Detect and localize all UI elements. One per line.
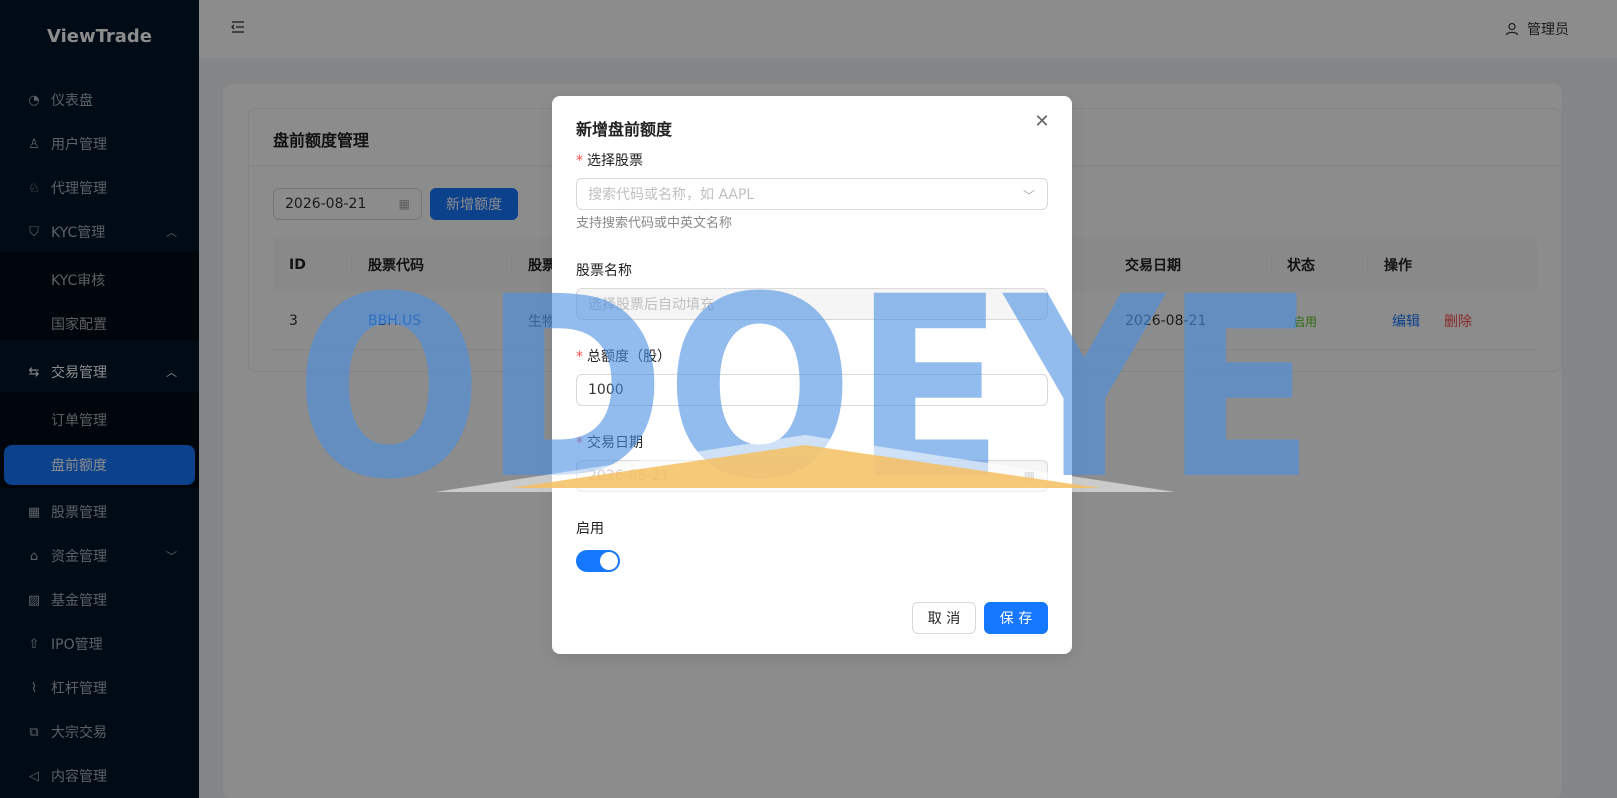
close-icon[interactable]: ✕ — [1034, 113, 1050, 131]
switch-knob — [600, 552, 618, 570]
required-mark: * — [576, 153, 583, 169]
quota-value: 1000 — [588, 382, 624, 398]
add-quota-modal: 新增盘前额度 ✕ * 选择股票 搜索代码或名称，如 AAPL ﹀ 支持搜索代码或中… — [552, 96, 1072, 654]
modal-title: 新增盘前额度 — [576, 120, 673, 139]
stock-name-label: 股票名称 — [576, 263, 632, 279]
required-mark: * — [576, 349, 583, 365]
stock-name-placeholder: 选择股票后自动填充 — [588, 297, 714, 313]
chevron-down-icon: ﹀ — [1022, 189, 1035, 203]
cancel-button[interactable]: 取 消 — [912, 602, 976, 634]
stock-select-label: * 选择股票 — [576, 153, 643, 169]
calendar-icon: ▦ — [1023, 469, 1035, 483]
trade-date-value: 2026-08-21 — [588, 468, 670, 484]
required-mark: * — [576, 435, 583, 451]
stock-search-select[interactable]: 搜索代码或名称，如 AAPL ﹀ — [576, 178, 1048, 210]
trade-date-field[interactable]: 2026-08-21 ▦ — [576, 460, 1048, 492]
stock-search-placeholder: 搜索代码或名称，如 AAPL — [588, 187, 755, 203]
stock-name-field: 选择股票后自动填充 — [576, 288, 1048, 320]
enabled-label: 启用 — [576, 521, 604, 537]
enabled-switch[interactable] — [576, 550, 620, 572]
quota-input[interactable]: 1000 — [576, 374, 1048, 406]
stock-help-text: 支持搜索代码或中英文名称 — [576, 216, 733, 231]
save-button[interactable]: 保 存 — [984, 602, 1048, 634]
trade-date-label: * 交易日期 — [576, 435, 643, 451]
quota-label: * 总额度（股） — [576, 349, 671, 365]
